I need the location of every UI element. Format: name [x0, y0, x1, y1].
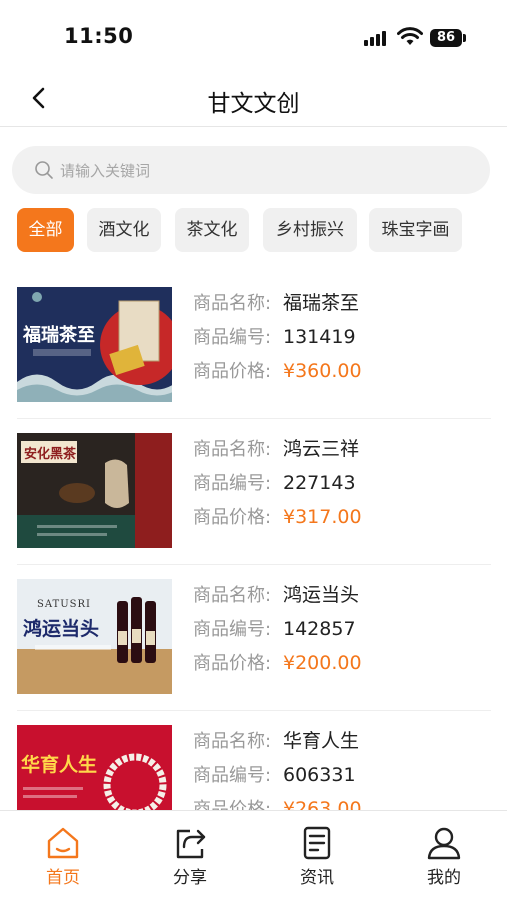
product-price: ¥200.00 [283, 652, 362, 674]
product-name: 华育人生 [283, 730, 360, 752]
product-image-text: 安化黑茶 [24, 446, 77, 462]
product-item[interactable]: 福瑞茶至 商品名称: 福瑞茶至 商品编号: 131419 商品价格: ¥360.00 [17, 272, 491, 419]
product-item[interactable]: SATUSRI 鸿运当头 商品名称: 鸿运当头 商品编号: 142857 商品价格:… [17, 564, 491, 711]
signal-icon [364, 30, 390, 46]
category-chip-wine[interactable]: 酒文化 [87, 208, 161, 252]
search-icon [35, 161, 53, 179]
name-label: 商品名称: [193, 585, 272, 606]
product-image[interactable]: SATUSRI 鸿运当头 [17, 579, 172, 694]
tab-label: 我的 [427, 868, 461, 888]
battery-tip [463, 34, 466, 42]
home-icon [47, 827, 79, 859]
search-bar[interactable] [12, 146, 490, 196]
tab-home[interactable]: 首页 [0, 811, 126, 901]
product-name: 福瑞茶至 [283, 292, 360, 314]
category-chip-all[interactable]: 全部 [17, 208, 74, 252]
code-label: 商品编号: [193, 473, 272, 494]
category-chip-rural[interactable]: 乡村振兴 [263, 208, 357, 252]
product-image-text: 华育人生 [21, 753, 97, 776]
tab-bar: 首页 分享 资讯 我的 [0, 810, 507, 901]
product-image-text: 福瑞茶至 [22, 324, 95, 346]
product-info: 商品名称: 福瑞茶至 商品编号: 131419 商品价格: ¥360.00 [193, 286, 362, 388]
news-icon [303, 826, 331, 860]
category-chip-tea[interactable]: 茶文化 [175, 208, 249, 252]
product-image-text: 鸿运当头 [23, 617, 99, 640]
nav-bar: 甘文文创 [0, 72, 507, 127]
tab-share[interactable]: 分享 [127, 811, 253, 901]
code-label: 商品编号: [193, 765, 272, 786]
product-price: ¥360.00 [283, 360, 362, 382]
price-label: 商品价格: [193, 507, 272, 528]
tab-label: 首页 [46, 868, 80, 888]
code-label: 商品编号: [193, 327, 272, 348]
product-price: ¥317.00 [283, 506, 362, 528]
product-name: 鸿云三祥 [283, 438, 360, 460]
page-title: 甘文文创 [207, 91, 300, 117]
name-label: 商品名称: [193, 731, 272, 752]
wifi-icon [397, 27, 423, 45]
price-label: 商品价格: [193, 653, 272, 674]
product-code: 227143 [283, 472, 356, 494]
tab-label: 资讯 [300, 868, 334, 888]
status-time: 11:50 [64, 24, 134, 48]
product-name: 鸿运当头 [283, 584, 360, 606]
name-label: 商品名称: [193, 439, 272, 460]
product-image[interactable]: 安化黑茶 [17, 433, 172, 548]
tab-label: 分享 [173, 868, 207, 888]
price-label: 商品价格: [193, 361, 272, 382]
product-image[interactable]: 福瑞茶至 [17, 287, 172, 402]
tab-profile[interactable]: 我的 [381, 811, 507, 901]
share-icon [176, 829, 206, 859]
search-input[interactable] [58, 146, 462, 196]
product-code: 131419 [283, 326, 356, 348]
product-info: 商品名称: 鸿云三祥 商品编号: 227143 商品价格: ¥317.00 [193, 432, 362, 534]
category-chip-jewelry[interactable]: 珠宝字画 [369, 208, 462, 252]
code-label: 商品编号: [193, 619, 272, 640]
product-code: 142857 [283, 618, 356, 640]
user-icon [427, 827, 461, 860]
battery-icon: 86 [430, 29, 462, 47]
product-info: 商品名称: 鸿运当头 商品编号: 142857 商品价格: ¥200.00 [193, 578, 362, 680]
product-item[interactable]: 安化黑茶 商品名称: 鸿云三祥 商品编号: 227143 商品价格: ¥317.00 [17, 418, 491, 565]
name-label: 商品名称: [193, 293, 272, 314]
status-bar: 11:50 86 [0, 0, 507, 72]
product-code: 606331 [283, 764, 356, 786]
tab-news[interactable]: 资讯 [254, 811, 380, 901]
product-image-brand: SATUSRI [37, 599, 91, 610]
